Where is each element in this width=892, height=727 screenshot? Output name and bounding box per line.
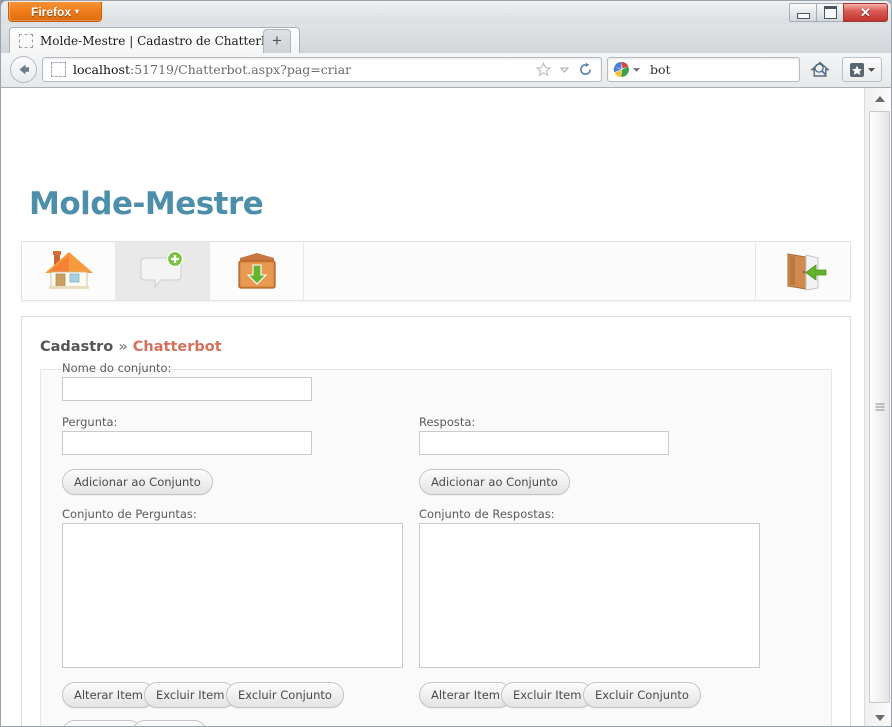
home-button[interactable] <box>807 57 833 82</box>
url-path: :51719/Chatterbot.aspx?pag=criar <box>130 62 352 77</box>
navigation-toolbar: localhost:51719/Chatterbot.aspx?pag=cria… <box>1 53 891 88</box>
minimize-icon <box>796 12 810 19</box>
pergunta-input[interactable] <box>62 431 312 455</box>
search-bar[interactable] <box>607 57 827 82</box>
page-scrollbar[interactable] <box>864 88 891 726</box>
nav-download-button[interactable] <box>210 242 304 300</box>
add-resposta-button[interactable]: Adicionar ao Conjunto <box>419 469 570 495</box>
search-engine-dropdown[interactable] <box>630 59 643 80</box>
tab-title: Molde-Mestre | Cadastro de Chatterbots <box>40 33 288 48</box>
scrollbar-grip-icon <box>875 402 884 413</box>
reload-button[interactable] <box>575 59 596 80</box>
breadcrumb-separator: » <box>118 339 128 355</box>
web-page: Molde-Mestre Cadastro » Chatterbot Nome … <box>1 88 864 726</box>
firefox-app-menu-label: Firefox <box>30 5 71 19</box>
nome-conjunto-label: Nome do conjunto: <box>62 361 172 375</box>
window-controls: ✕ <box>789 3 888 23</box>
close-button[interactable]: ✕ <box>843 3 888 22</box>
resposta-label: Resposta: <box>419 415 476 429</box>
maximize-icon <box>823 6 837 19</box>
content-viewport: Molde-Mestre Cadastro » Chatterbot Nome … <box>1 88 891 726</box>
resposta-input[interactable] <box>419 431 669 455</box>
browser-tab[interactable]: Molde-Mestre | Cadastro de Chatterbots <box>9 27 301 53</box>
breadcrumb: Cadastro » Chatterbot <box>40 339 222 355</box>
conjunto-respostas-label: Conjunto de Respostas: <box>419 507 555 521</box>
content-card: Cadastro » Chatterbot Nome do conjunto: … <box>21 316 851 726</box>
nav-home-button[interactable] <box>22 242 116 300</box>
cancelar-button[interactable]: Cancelar <box>132 720 207 726</box>
scroll-up-arrow-icon <box>874 95 885 102</box>
cadastrar-button[interactable]: Cadastrar <box>62 720 143 726</box>
scrollbar-thumb[interactable] <box>869 111 890 703</box>
site-identity-icon <box>51 62 66 77</box>
excluir-conjunto-respostas-button[interactable]: Excluir Conjunto <box>583 682 701 708</box>
site-logo: Molde-Mestre <box>29 186 264 222</box>
firefox-app-menu-button[interactable]: Firefox ▾ <box>8 2 102 22</box>
back-button[interactable] <box>10 56 37 83</box>
exit-door-icon <box>787 253 827 291</box>
bookmark-star-icon <box>849 62 864 77</box>
add-pergunta-button[interactable]: Adicionar ao Conjunto <box>62 469 213 495</box>
tab-strip: Molde-Mestre | Cadastro de Chatterbots + <box>1 24 891 54</box>
chevron-down-icon: ▾ <box>75 7 80 16</box>
home-icon <box>810 61 830 77</box>
chat-bubble-plus-icon <box>139 250 183 289</box>
close-icon: ✕ <box>860 4 871 20</box>
house-icon <box>44 251 93 289</box>
breadcrumb-current: Chatterbot <box>132 339 222 355</box>
scroll-up-button[interactable] <box>868 89 891 108</box>
page-favicon-icon <box>19 33 33 48</box>
chevron-down-icon <box>867 68 875 72</box>
reload-icon <box>580 62 591 75</box>
nome-conjunto-input[interactable] <box>62 377 312 401</box>
back-arrow-icon <box>19 64 29 75</box>
conjunto-perguntas-listbox[interactable] <box>62 523 403 668</box>
browser-frame: Firefox ▾ ✕ Molde-Mestre | Cadastro de Ch… <box>0 0 892 727</box>
excluir-item-respostas-button[interactable]: Excluir Item <box>501 682 594 708</box>
browser-window: Firefox ▾ ✕ Molde-Mestre | Cadastro de Ch… <box>0 0 892 727</box>
url-bar[interactable]: localhost:51719/Chatterbot.aspx?pag=cria… <box>42 57 602 82</box>
scroll-down-arrow-icon <box>874 714 885 721</box>
excluir-item-perguntas-button[interactable]: Excluir Item <box>144 682 237 708</box>
conjunto-respostas-listbox[interactable] <box>419 523 760 668</box>
chevron-down-icon <box>632 68 641 72</box>
nav-spacer <box>304 242 756 300</box>
scroll-down-button[interactable] <box>868 708 891 726</box>
alterar-item-respostas-button[interactable]: Alterar Item <box>419 682 512 708</box>
google-icon <box>613 62 629 77</box>
urlbar-dropdown-button[interactable] <box>554 59 575 80</box>
chevron-down-icon <box>559 67 570 73</box>
box-download-icon <box>237 253 276 289</box>
bookmarks-menu-button[interactable] <box>842 57 882 82</box>
pergunta-label: Pergunta: <box>62 415 118 429</box>
url-host: localhost <box>73 62 130 77</box>
nav-logout-button[interactable] <box>756 242 850 300</box>
minimize-button[interactable] <box>789 3 817 22</box>
nav-new-chatterbot-button[interactable] <box>116 242 210 300</box>
conjunto-perguntas-label: Conjunto de Perguntas: <box>62 507 197 521</box>
breadcrumb-root[interactable]: Cadastro <box>40 339 113 355</box>
url-text: localhost:51719/Chatterbot.aspx?pag=cria… <box>73 62 533 77</box>
bookmark-star-button[interactable] <box>533 59 554 80</box>
excluir-conjunto-perguntas-button[interactable]: Excluir Conjunto <box>226 682 344 708</box>
alterar-item-perguntas-button[interactable]: Alterar Item <box>62 682 155 708</box>
search-input[interactable] <box>648 61 810 78</box>
maximize-button[interactable] <box>816 3 844 22</box>
star-icon <box>536 62 551 77</box>
title-bar: Firefox ▾ ✕ <box>1 1 891 24</box>
site-nav-bar <box>21 241 851 301</box>
new-tab-button[interactable]: + <box>263 29 291 53</box>
